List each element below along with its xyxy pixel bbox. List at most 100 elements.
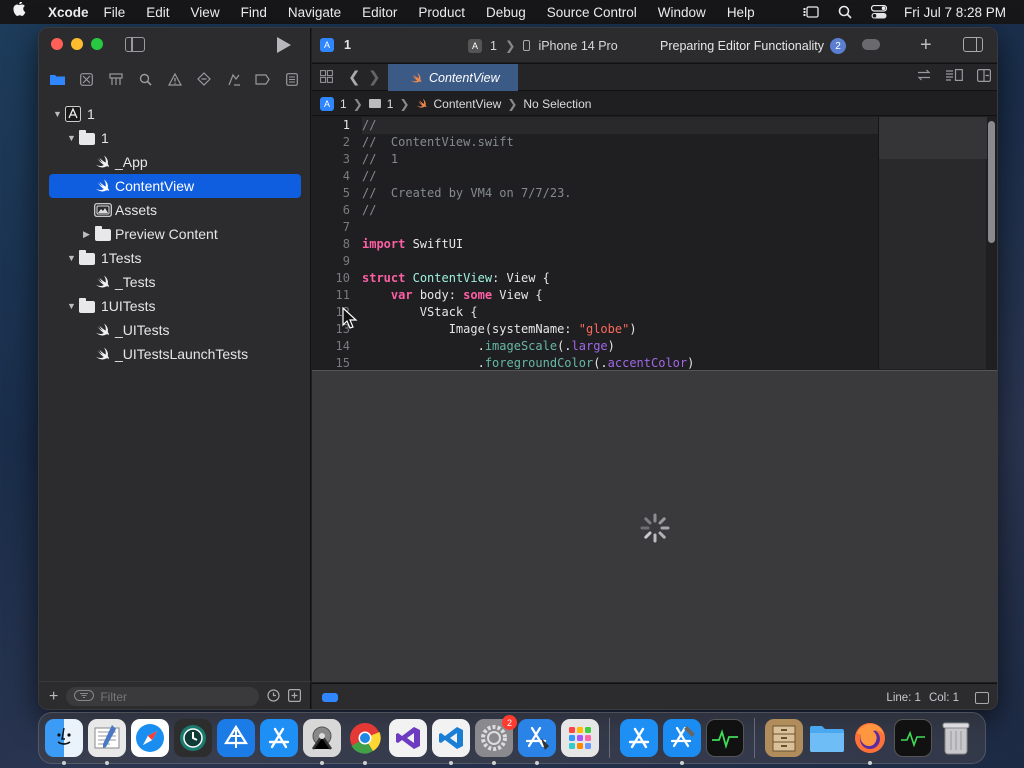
tree-item-group-1[interactable]: ▼ 1 [39,126,311,150]
menu-navigate[interactable]: Navigate [288,5,341,20]
code-line[interactable]: Image(systemName: "globe") [362,321,882,338]
toggle-debug-area-icon[interactable] [975,691,989,704]
visual-studio-icon[interactable] [389,719,427,757]
line-number[interactable]: 4 [312,168,352,185]
line-number[interactable]: 8 [312,236,352,253]
breakpoint-navigator-tab[interactable] [254,70,272,88]
menu-product[interactable]: Product [418,5,465,20]
menu-file[interactable]: File [104,5,126,20]
jump-bar-symbol[interactable]: No Selection [523,97,591,111]
chevron-down-icon[interactable]: ▼ [67,253,76,263]
menu-editor[interactable]: Editor [362,5,397,20]
line-number[interactable]: 5 [312,185,352,202]
preview-canvas[interactable] [312,370,997,682]
run-button[interactable] [277,37,291,53]
filter-options-icon[interactable] [74,689,95,704]
line-number[interactable]: 9 [312,253,352,270]
library-plus-button[interactable]: + [920,34,932,57]
tree-item-uitests-launch[interactable]: _UITestsLaunchTests [39,342,311,366]
code-line[interactable] [362,253,882,270]
cloud-icon[interactable] [862,39,880,50]
tree-item-project[interactable]: ▼ 1 [39,102,311,126]
control-center-icon[interactable] [870,5,888,19]
menu-window[interactable]: Window [658,5,706,20]
line-number[interactable]: 2 [312,134,352,151]
debug-area-toggle-icon[interactable] [322,693,338,702]
chevron-down-icon[interactable]: ▼ [67,301,76,311]
line-number[interactable]: 10 [312,270,352,287]
source-control-filter-icon[interactable] [288,688,302,705]
chevron-down-icon[interactable]: ▼ [53,109,62,119]
chrome-icon[interactable] [346,719,384,765]
jump-bar-file[interactable]: ContentView [434,97,502,111]
project-navigator-tab[interactable] [49,70,67,88]
simulator-icon[interactable] [518,719,556,765]
activity-status[interactable]: Preparing Editor Functionality 2 [660,38,846,54]
editor-options-icon[interactable] [945,69,963,85]
menu-edit[interactable]: Edit [146,5,169,20]
debug-navigator-tab[interactable] [225,70,243,88]
close-window-button[interactable] [51,38,63,50]
toggle-inspector-icon[interactable] [963,37,983,52]
spotlight-search-icon[interactable] [836,5,854,19]
finder-icon[interactable] [45,719,83,765]
tree-item-contentview[interactable]: ContentView [49,174,301,198]
scheme-name[interactable]: 1 [490,39,497,53]
line-number[interactable]: 1 [312,117,352,134]
folder-icon[interactable] [808,719,846,757]
app-store-icon[interactable] [620,719,658,757]
split-editor-icon[interactable] [977,69,992,85]
apple-menu-icon[interactable] [8,1,32,22]
tree-item-assets[interactable]: Assets [39,198,311,222]
zoom-window-button[interactable] [91,38,103,50]
toggle-navigator-icon[interactable] [125,37,145,52]
tree-item-1tests[interactable]: ▼ 1Tests [39,246,311,270]
code-line[interactable]: // [362,168,882,185]
jump-bar-group[interactable]: 1 [387,97,394,111]
code-line[interactable]: import SwiftUI [362,236,882,253]
code-line[interactable] [362,219,882,236]
forward-button[interactable]: ❯ [368,68,381,86]
menu-source-control[interactable]: Source Control [547,5,637,20]
editor-tab-contentview[interactable]: ContentView [388,64,518,91]
terminal-icon[interactable] [894,719,932,757]
test-navigator-tab[interactable] [195,70,213,88]
line-number[interactable]: 7 [312,219,352,236]
time-machine-icon[interactable] [174,719,212,757]
tree-item-tests[interactable]: _Tests [39,270,311,294]
line-number[interactable]: 15 [312,355,352,369]
chevron-down-icon[interactable]: ▼ [67,133,76,143]
launchpad-icon[interactable] [561,719,599,757]
chevron-right-icon[interactable]: ▶ [83,229,90,240]
xcode-icon[interactable] [663,719,701,765]
app-store-icon[interactable] [260,719,298,757]
code-line[interactable]: .foregroundColor(.accentColor) [362,355,882,369]
source-control-navigator-tab[interactable] [78,70,96,88]
tree-item-uitests[interactable]: _UITests [39,318,311,342]
add-file-button[interactable]: + [49,688,58,706]
report-navigator-tab[interactable] [283,70,301,88]
script-editor-icon[interactable] [88,719,126,765]
firefox-icon[interactable] [851,719,889,765]
menu-view[interactable]: View [191,5,220,20]
vscode-icon[interactable] [432,719,470,765]
line-number[interactable]: 11 [312,287,352,304]
code-line[interactable]: // [362,117,882,134]
tree-item-app[interactable]: _App [39,150,311,174]
activity-count-badge[interactable]: 2 [829,38,846,54]
code-line[interactable]: // 1 [362,151,882,168]
find-navigator-tab[interactable] [137,70,155,88]
file-cabinet-icon[interactable] [765,719,803,757]
minimap-viewport[interactable] [879,117,987,159]
app-menu[interactable]: Xcode [48,5,89,20]
navigator-filter-field[interactable]: Filter [66,687,259,706]
minimap[interactable] [878,117,987,369]
system-settings-icon[interactable]: 2 [475,715,517,765]
source-editor[interactable]: 123456789101112131415 //// ContentView.s… [312,117,997,369]
editor-scrollbar[interactable] [988,121,995,243]
review-changes-icon[interactable] [917,69,931,85]
line-number[interactable]: 14 [312,338,352,355]
run-destination[interactable]: iPhone 14 Pro [538,39,617,53]
code-line[interactable]: // Created by VM4 on 7/7/23. [362,185,882,202]
code-line[interactable]: // [362,202,882,219]
